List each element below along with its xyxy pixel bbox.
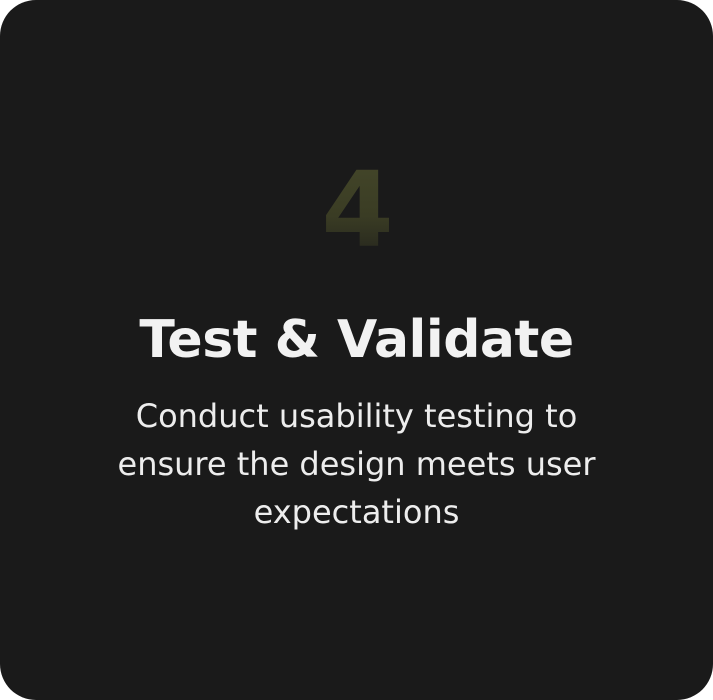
card-title: Test & Validate <box>139 310 574 370</box>
step-card: 4 Test & Validate Conduct usability test… <box>0 0 713 700</box>
step-number: 4 <box>0 150 713 270</box>
card-description: Conduct usability testing to ensure the … <box>117 397 596 531</box>
